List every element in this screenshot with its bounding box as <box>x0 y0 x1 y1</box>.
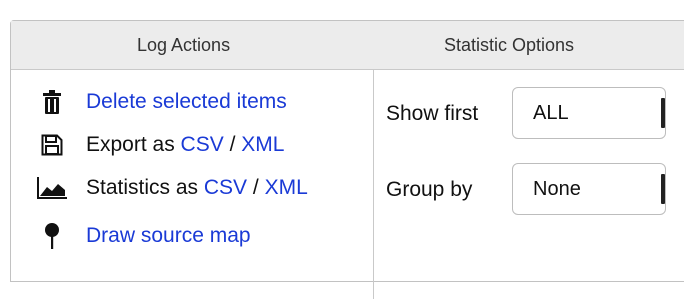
tab-statistic-options[interactable]: Statistic Options <box>444 21 574 69</box>
show-first-value: ALL <box>533 102 569 124</box>
delete-selected-link[interactable]: Delete selected items <box>86 87 287 117</box>
statistics-xml-link[interactable]: XML <box>265 176 308 199</box>
export-prefix: Export as <box>86 133 181 156</box>
statistics-csv-link[interactable]: CSV <box>204 176 247 199</box>
export-csv-link[interactable]: CSV <box>181 133 224 156</box>
panel-header: Log Actions Statistic Options <box>11 21 684 70</box>
show-first-select[interactable]: ALL <box>512 87 666 139</box>
tab-log-actions[interactable]: Log Actions <box>137 21 230 69</box>
map-pin-icon <box>37 223 67 249</box>
trash-icon[interactable] <box>37 89 67 115</box>
log-panel: Log Actions Statistic Options Delete sel… <box>10 20 684 299</box>
area-chart-icon <box>37 175 67 201</box>
statistics-separator: / <box>247 176 265 199</box>
show-first-label: Show first <box>386 102 479 125</box>
group-by-select[interactable]: None <box>512 163 666 215</box>
statistics-label: Statistics as CSV / XML <box>86 173 308 203</box>
dropdown-arrow-icon <box>661 174 665 204</box>
export-label: Export as CSV / XML <box>86 130 284 160</box>
dropdown-arrow-icon <box>661 98 665 128</box>
save-icon <box>37 132 67 158</box>
statistics-prefix: Statistics as <box>86 176 204 199</box>
export-separator: / <box>223 133 242 156</box>
group-by-value: None <box>533 178 581 200</box>
group-by-label: Group by <box>386 178 473 201</box>
export-xml-link[interactable]: XML <box>241 133 284 156</box>
column-divider <box>373 69 374 299</box>
draw-source-map-link[interactable]: Draw source map <box>86 221 251 251</box>
